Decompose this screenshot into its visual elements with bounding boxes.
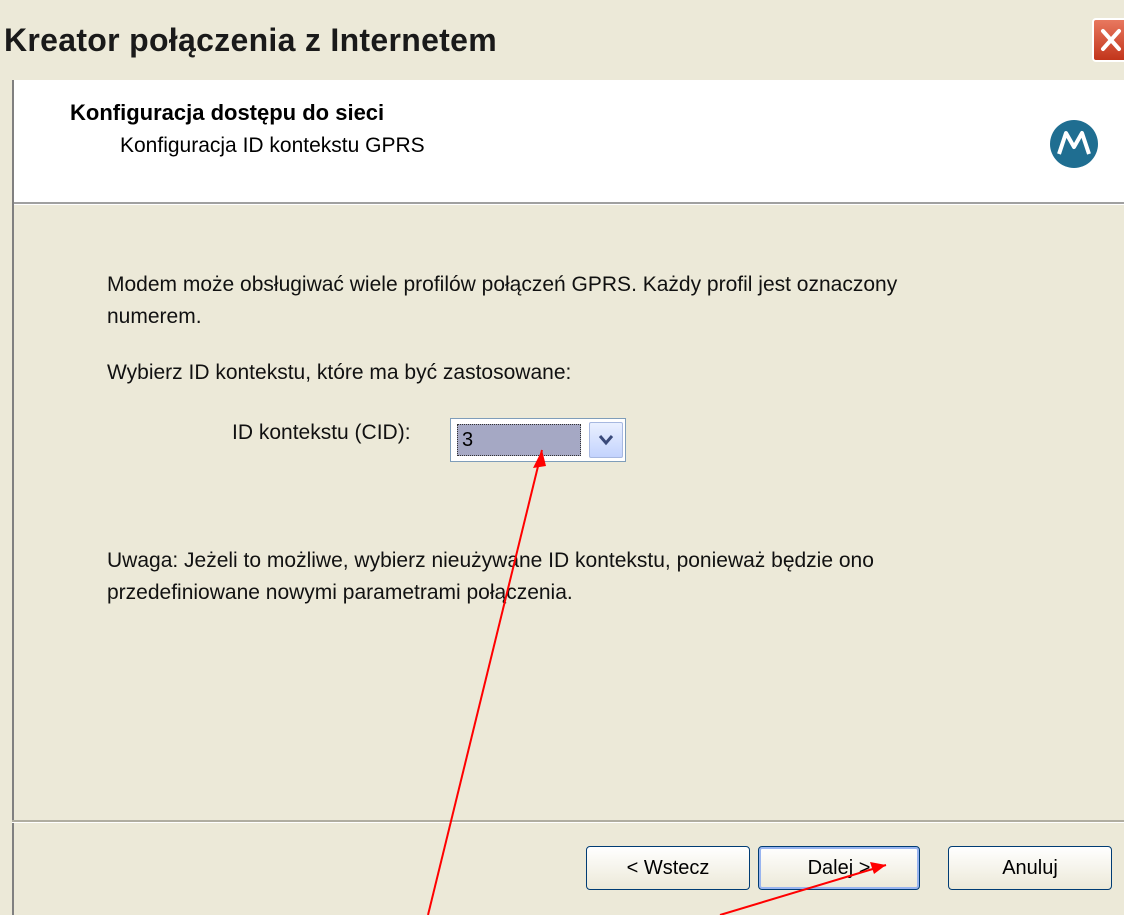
- annotation-arrow-next: [719, 864, 887, 915]
- annotation-arrows: [427, 449, 887, 915]
- annotation-arrow-cid: [427, 449, 543, 915]
